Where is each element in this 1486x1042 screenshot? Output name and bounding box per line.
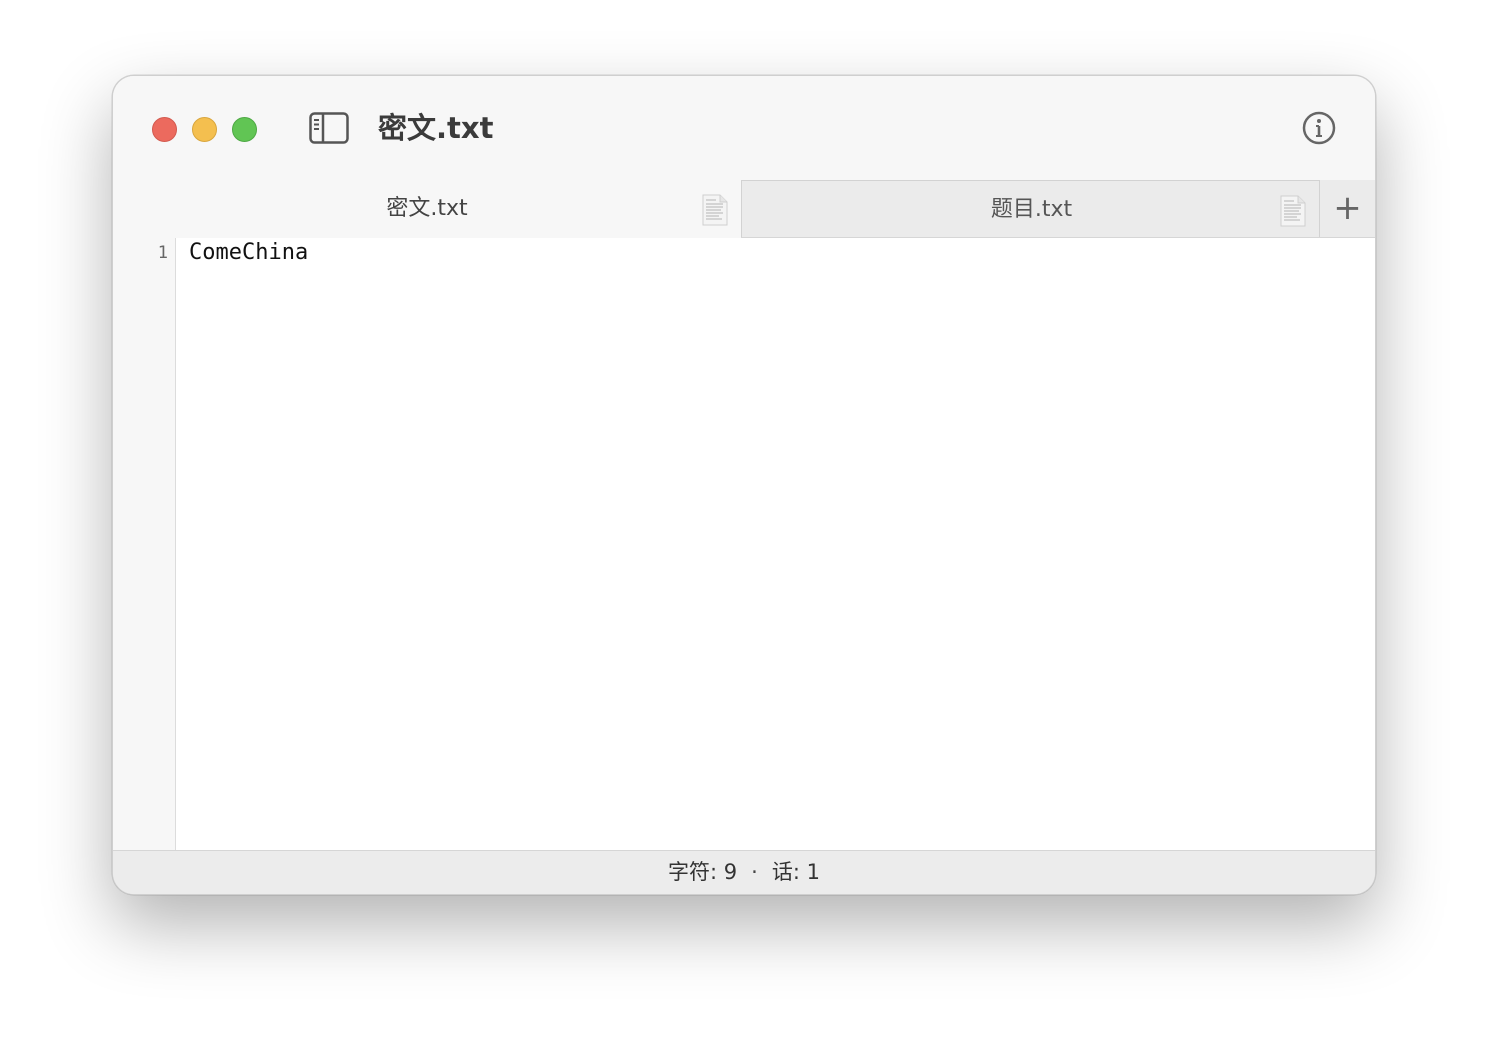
- line-number: 1: [157, 243, 168, 263]
- title-bar: 密文.txt: [113, 76, 1375, 180]
- add-tab-button[interactable]: +: [1320, 180, 1375, 237]
- tab-ciphertext[interactable]: 密文.txt: [113, 180, 741, 238]
- text-editor[interactable]: 1 ComeChina: [113, 238, 1375, 850]
- status-bar: 字符: 9 · 话: 1: [113, 850, 1375, 894]
- word-count: 话: 1: [771, 860, 820, 884]
- close-window-button[interactable]: [152, 117, 177, 142]
- status-separator: ·: [751, 860, 758, 884]
- info-button[interactable]: [1302, 111, 1336, 145]
- minimize-window-button[interactable]: [192, 117, 217, 142]
- sidebar-toggle-button[interactable]: [309, 112, 349, 144]
- sidebar-icon: [309, 112, 349, 144]
- editor-line[interactable]: ComeChina: [189, 240, 308, 265]
- character-count: 字符: 9: [668, 860, 738, 884]
- tab-bar: 密文.txt 题目.txt +: [113, 180, 1375, 238]
- plus-icon: +: [1333, 188, 1362, 228]
- document-icon: [702, 194, 728, 226]
- tab-label: 题目.txt: [990, 197, 1073, 222]
- maximize-window-button[interactable]: [232, 117, 257, 142]
- document-icon: [1280, 195, 1306, 227]
- tab-label: 密文.txt: [386, 196, 468, 221]
- info-icon: [1302, 111, 1336, 145]
- window-title: 密文.txt: [378, 111, 494, 145]
- line-number-gutter: 1: [113, 238, 176, 850]
- tab-question[interactable]: 题目.txt: [741, 180, 1320, 237]
- editor-window: 密文.txt 密文.txt 题目.txt + 1 ComeChina 字符: 9…: [112, 75, 1376, 895]
